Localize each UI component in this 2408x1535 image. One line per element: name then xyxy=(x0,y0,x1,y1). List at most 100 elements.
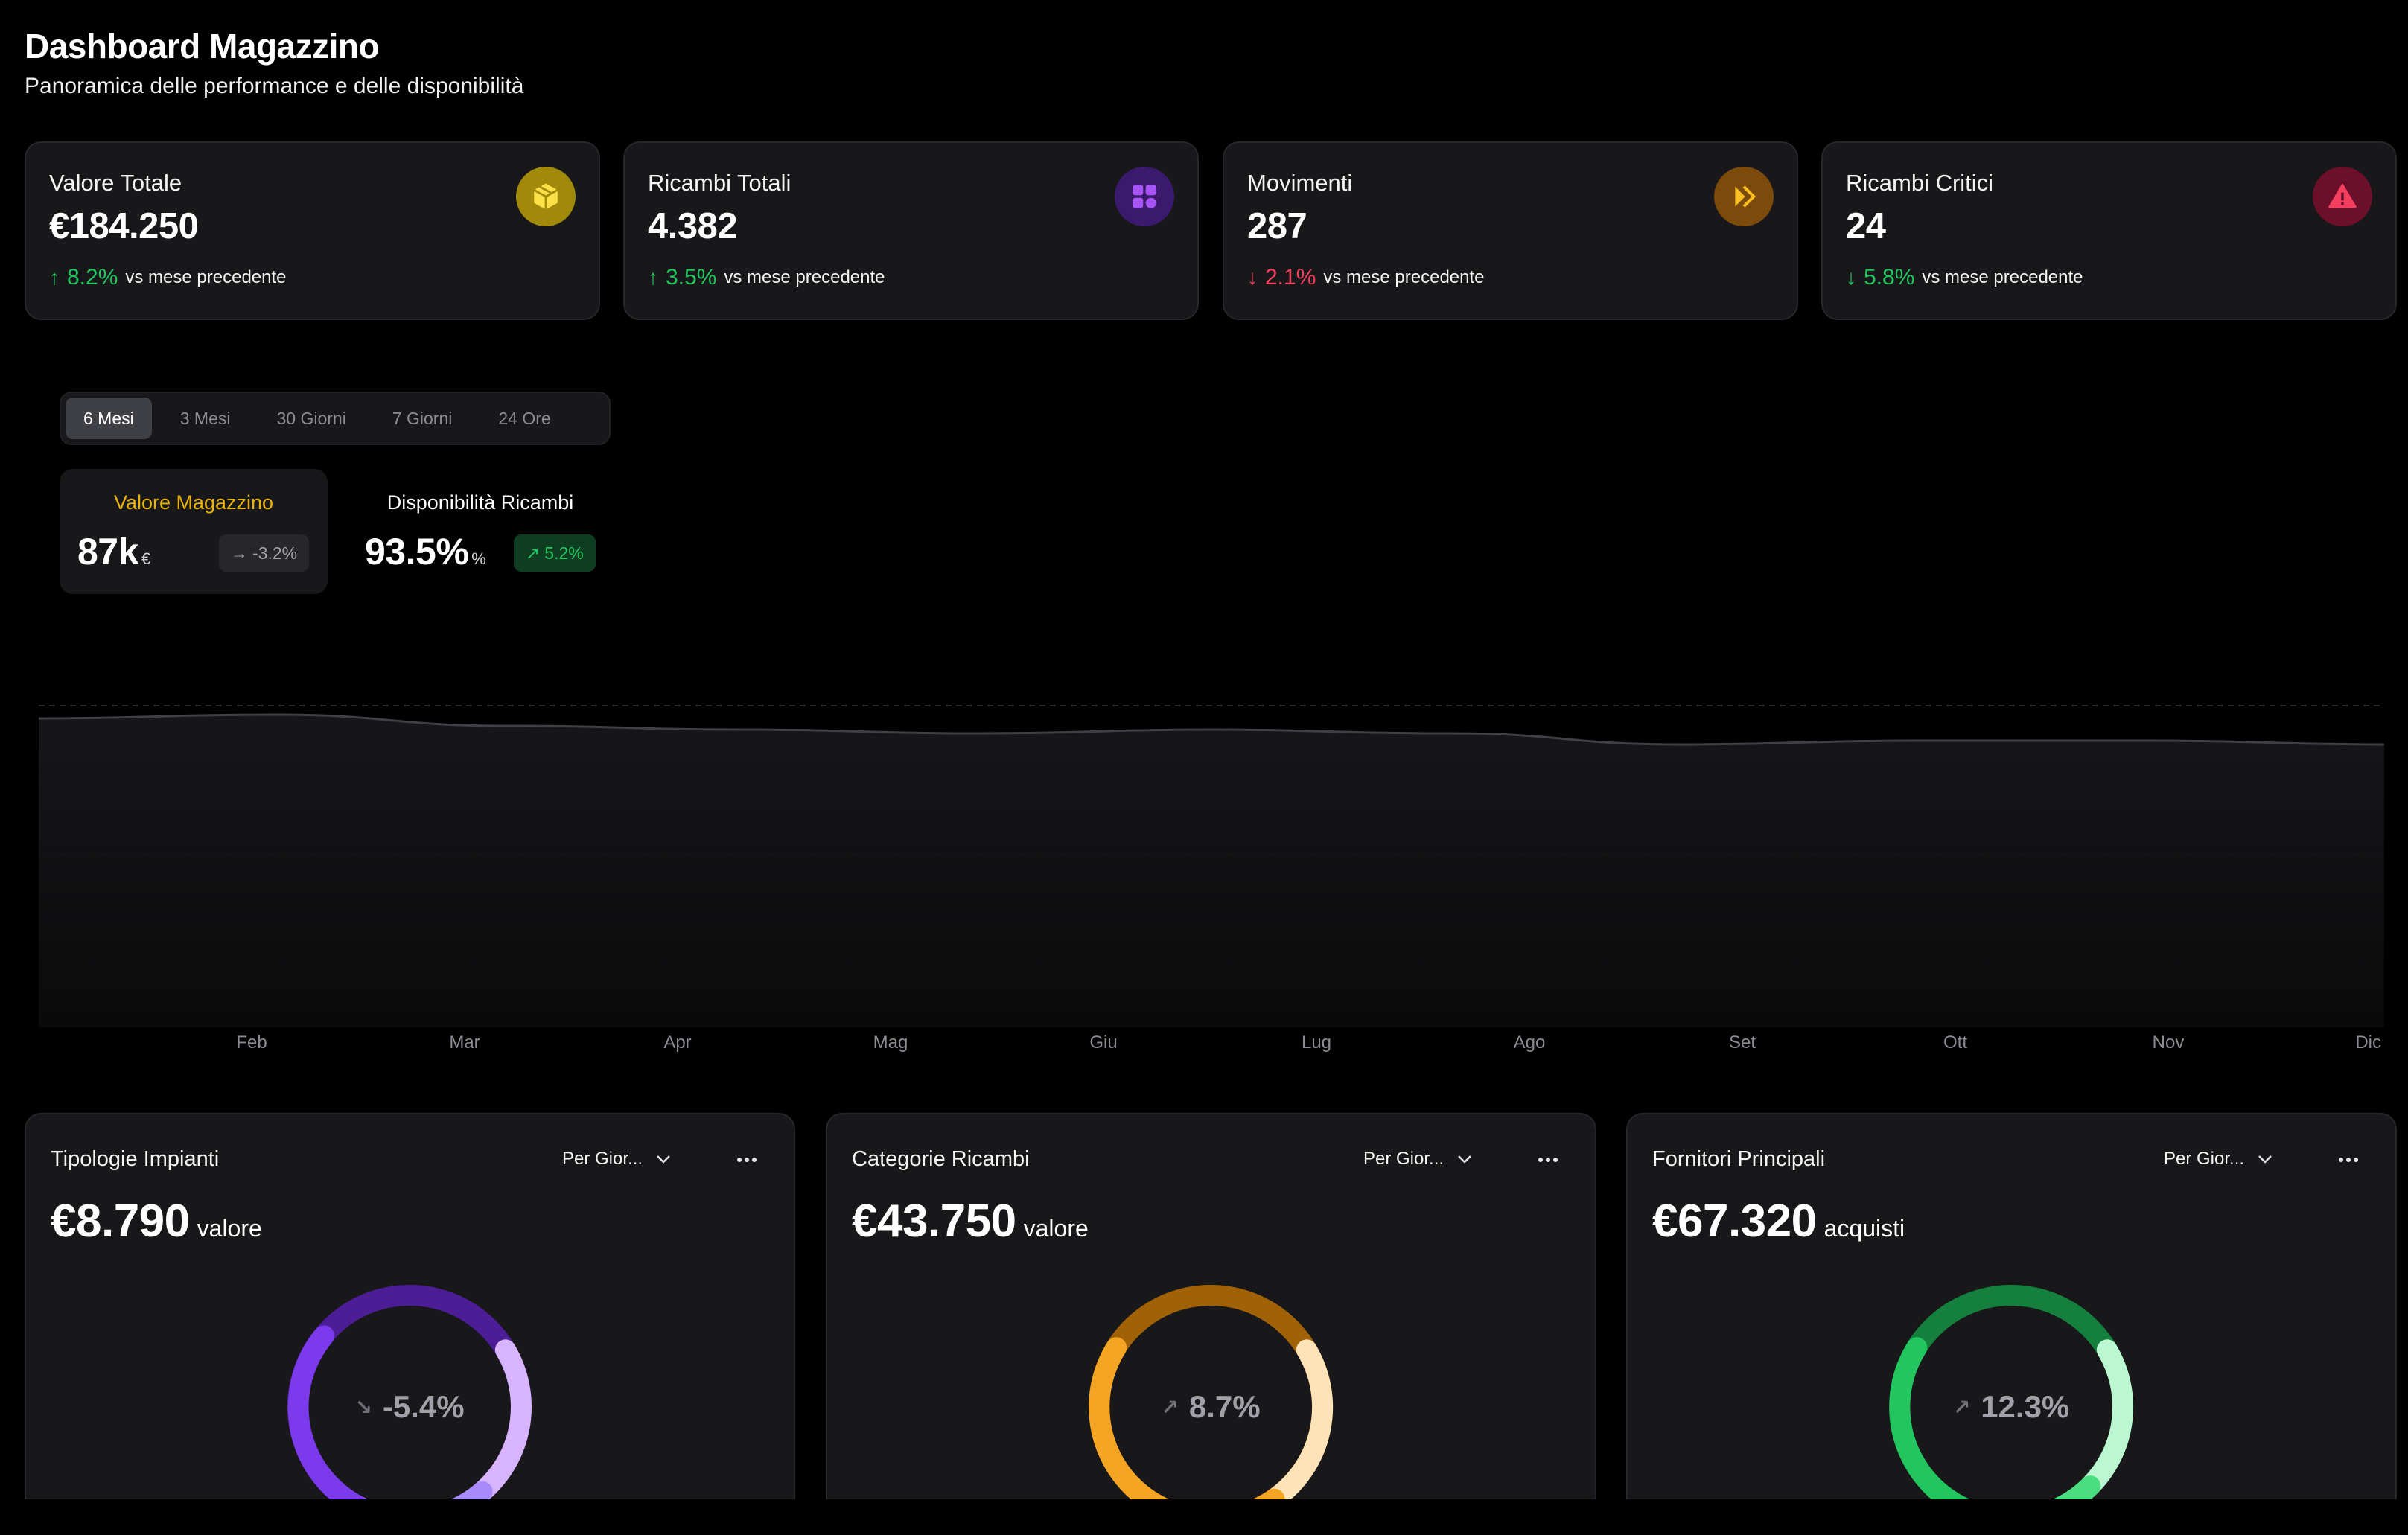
x-tick-label: Set xyxy=(1729,1033,1756,1053)
metric-value-number: 87k xyxy=(77,531,138,572)
stat-change-pct: 5.8% xyxy=(1864,265,1915,290)
tab-30-giorni[interactable]: 30 Giorni xyxy=(259,398,364,439)
fast-forward-icon xyxy=(1714,167,1774,226)
chevron-down-icon xyxy=(657,1155,670,1164)
panel-title: Categorie Ricambi xyxy=(852,1147,1030,1171)
stat-card-ricambi-totali[interactable]: Ricambi Totali 4.382 ↑ 3.5% vs mese prec… xyxy=(623,141,1199,320)
panel-value-suffix: valore xyxy=(1023,1215,1089,1242)
stat-label: Ricambi Critici xyxy=(1846,170,1994,196)
arrow-down-icon: ↓ xyxy=(1846,266,1856,289)
page-subtitle: Panoramica delle performance e delle dis… xyxy=(25,74,524,98)
arrow-up-right-icon: ↗ xyxy=(1952,1395,1971,1419)
x-tick-label: Mag xyxy=(873,1033,908,1053)
metric-value: 87k € xyxy=(77,530,150,573)
period-select-value: Per Gior... xyxy=(1363,1149,1445,1169)
metric-badge: → -3.2% xyxy=(219,534,310,572)
stat-label: Valore Totale xyxy=(49,170,182,196)
time-range-tabs: 6 Mesi 3 Mesi 30 Giorni 7 Giorni 24 Ore xyxy=(60,392,611,445)
x-tick-label: Feb xyxy=(236,1033,267,1053)
stat-label: Movimenti xyxy=(1247,170,1353,196)
stat-value: 287 xyxy=(1247,206,1307,246)
arrow-up-right-icon: ↗ xyxy=(526,543,541,563)
panel-categorie-ricambi: Categorie Ricambi Per Gior... €43.750 va… xyxy=(826,1113,1596,1535)
x-tick-label: Apr xyxy=(663,1033,691,1053)
metric-disponibilita-ricambi[interactable]: Disponibilità Ricambi 93.5%% ↗ 5.2% xyxy=(350,469,611,594)
x-tick-label: Giu xyxy=(1089,1033,1117,1053)
more-icon[interactable] xyxy=(1533,1149,1563,1171)
panel-fornitori-principali: Fornitori Principali Per Gior... €67.320… xyxy=(1626,1113,2397,1535)
tab-7-giorni[interactable]: 7 Giorni xyxy=(375,398,471,439)
panel-value-suffix: acquisti xyxy=(1823,1215,1905,1242)
stat-card-ricambi-critici[interactable]: Ricambi Critici 24 ↓ 5.8% vs mese preced… xyxy=(1821,141,2397,320)
arrow-up-icon: ↑ xyxy=(648,266,658,289)
more-icon[interactable] xyxy=(2334,1149,2363,1171)
stat-change: ↑ 3.5% vs mese precedente xyxy=(648,265,885,290)
metric-title: Valore Magazzino xyxy=(113,491,274,514)
more-icon[interactable] xyxy=(732,1149,762,1171)
arrow-down-icon: ↓ xyxy=(1247,266,1258,289)
chart-area-fill xyxy=(39,715,2384,1027)
metric-value-number: 93.5% xyxy=(365,531,469,572)
donut-change-value: -5.4% xyxy=(382,1389,465,1424)
donut-center-label: ↗ 12.3% xyxy=(1881,1277,2141,1535)
dashboard-page: Dashboard Magazzino Panoramica delle per… xyxy=(0,0,2408,1535)
stat-value: 4.382 xyxy=(648,206,738,246)
stat-change-pct: 2.1% xyxy=(1265,265,1316,290)
stat-value: €184.250 xyxy=(49,206,199,246)
donut-change-value: 8.7% xyxy=(1188,1389,1261,1424)
period-select[interactable]: Per Gior... xyxy=(562,1144,671,1174)
chevron-down-icon xyxy=(2258,1155,2272,1164)
tab-3-mesi[interactable]: 3 Mesi xyxy=(162,398,249,439)
x-tick-label: Ago xyxy=(1514,1033,1546,1053)
metric-badge-value: 5.2% xyxy=(544,543,584,563)
tab-6-mesi[interactable]: 6 Mesi xyxy=(66,398,152,439)
stat-cards: Valore Totale €184.250 ↑ 8.2% vs mese pr… xyxy=(25,141,2397,320)
panel-value-suffix: valore xyxy=(197,1215,262,1242)
panel-value-number: €8.790 xyxy=(51,1196,190,1247)
x-axis-labels: Feb Mar Apr Mag Giu Lug Ago Set Ott Nov Dic xyxy=(236,1033,2381,1053)
panel-tipologie-impianti: Tipologie Impianti Per Gior... €8.790 va… xyxy=(25,1113,795,1535)
period-select[interactable]: Per Gior... xyxy=(2164,1144,2272,1174)
metric-valore-magazzino[interactable]: Valore Magazzino 87k € → -3.2% xyxy=(60,469,328,594)
arrow-up-right-icon: ↗ xyxy=(1161,1395,1179,1419)
stat-change-pct: 8.2% xyxy=(67,265,118,290)
panel-value-number: €43.750 xyxy=(852,1196,1016,1247)
arrow-down-right-icon: ↘ xyxy=(354,1395,372,1419)
donut-center-label: ↗ 8.7% xyxy=(1080,1277,1341,1535)
page-header: Dashboard Magazzino Panoramica delle per… xyxy=(25,25,523,100)
area-chart: Feb Mar Apr Mag Giu Lug Ago Set Ott Nov Dic xyxy=(39,705,2384,1053)
donut-change-value: 12.3% xyxy=(1981,1389,2070,1424)
tab-24-ore[interactable]: 24 Ore xyxy=(480,398,568,439)
period-select-value: Per Gior... xyxy=(2164,1149,2245,1169)
period-select-value: Per Gior... xyxy=(562,1149,643,1169)
x-tick-label: Ott xyxy=(1943,1033,1967,1053)
chevron-down-icon xyxy=(1458,1155,1471,1164)
x-tick-label: Dic xyxy=(2355,1033,2381,1053)
stat-change-note: vs mese precedente xyxy=(125,267,287,287)
panel-value: €67.320 acquisti xyxy=(1652,1195,1905,1248)
metric-unit: € xyxy=(141,549,150,568)
metric-badge: ↗ 5.2% xyxy=(514,534,596,572)
stat-change: ↑ 8.2% vs mese precedente xyxy=(49,265,287,290)
alert-triangle-icon xyxy=(2313,167,2372,226)
arrow-up-icon: ↑ xyxy=(49,266,60,289)
x-tick-label: Lug xyxy=(1302,1033,1331,1053)
stat-card-valore-totale[interactable]: Valore Totale €184.250 ↑ 8.2% vs mese pr… xyxy=(25,141,600,320)
panel-value: €43.750 valore xyxy=(852,1195,1089,1248)
metric-title: Disponibilità Ricambi xyxy=(386,491,574,514)
stat-change: ↓ 2.1% vs mese precedente xyxy=(1247,265,1485,290)
panel-value: €8.790 valore xyxy=(51,1195,262,1248)
donut-center-label: ↘ -5.4% xyxy=(279,1277,540,1535)
arrow-right-icon: → xyxy=(231,543,248,563)
stat-change-note: vs mese precedente xyxy=(1922,267,2083,287)
panel-title: Fornitori Principali xyxy=(1652,1147,1826,1171)
metric-unit: % xyxy=(471,549,486,568)
metric-value: 93.5%% xyxy=(365,530,486,573)
stat-change: ↓ 5.8% vs mese precedente xyxy=(1846,265,2083,290)
page-bottom xyxy=(0,1499,2408,1535)
period-select[interactable]: Per Gior... xyxy=(1363,1144,1472,1174)
stat-card-movimenti[interactable]: Movimenti 287 ↓ 2.1% vs mese precedente xyxy=(1223,141,1798,320)
metric-badge-value: -3.2% xyxy=(252,543,298,563)
stat-value: 24 xyxy=(1846,206,1886,246)
stat-change-note: vs mese precedente xyxy=(724,267,885,287)
